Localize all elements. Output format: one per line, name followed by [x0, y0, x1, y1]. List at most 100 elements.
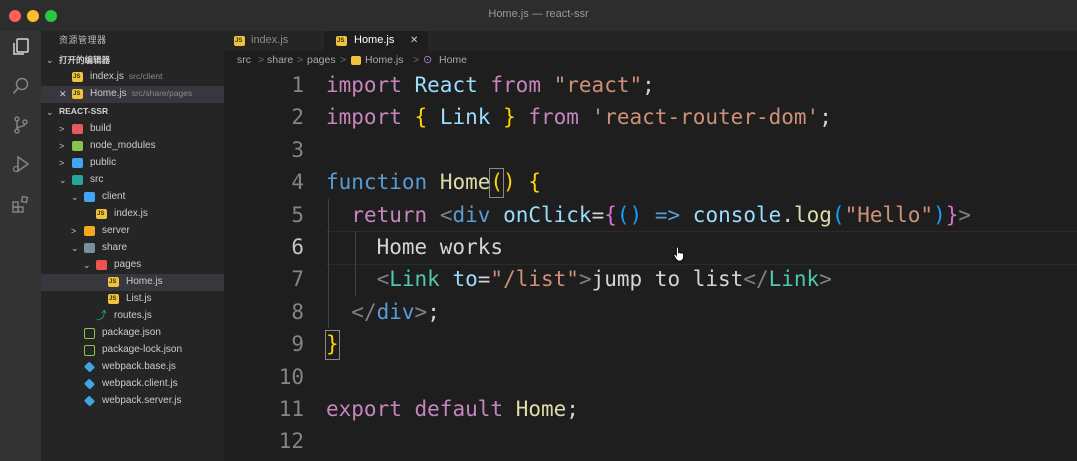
tab-label: Home.js [354, 34, 395, 46]
tab-home-js[interactable]: JS Home.js ✕ [324, 31, 428, 51]
code-token: </ [351, 299, 377, 324]
extensions-icon[interactable] [11, 194, 31, 214]
code-line[interactable]: export default Home; [326, 393, 579, 425]
search-icon[interactable] [11, 76, 31, 96]
line-number: 6 [291, 235, 304, 259]
chevron-down-icon: ⌄ [46, 55, 54, 65]
tab-index-js[interactable]: JS index.js [224, 31, 324, 51]
tree-item[interactable]: webpack.base.js [41, 359, 224, 376]
explorer-icon[interactable] [11, 37, 31, 57]
tree-item[interactable]: > node_modules [41, 138, 224, 155]
code-line[interactable]: import { Link } from 'react-router-dom'; [326, 101, 832, 133]
js-file-icon: JS [108, 294, 119, 304]
line-number: 8 [291, 299, 304, 324]
code-token: import [326, 73, 402, 97]
tree-item[interactable]: JS List.js [41, 291, 224, 308]
code-token: => [654, 202, 681, 227]
code-token: Link [439, 105, 491, 130]
tree-item[interactable]: ⌄ pages [41, 257, 224, 274]
line-number: 4 [291, 170, 304, 195]
project-section[interactable]: ⌄ REACT-SSR [41, 104, 224, 121]
tree-item[interactable]: webpack.client.js [41, 376, 224, 393]
js-file-icon: JS [96, 209, 107, 219]
folder-open-icon [96, 260, 107, 270]
tree-item[interactable]: > build [41, 121, 224, 138]
tree-item[interactable]: ⌄ share [41, 240, 224, 257]
line-number: 1 [291, 73, 304, 97]
line-number: 3 [291, 137, 304, 162]
tree-item-label: client [102, 191, 126, 202]
code-line[interactable]: import React from "react"; [326, 69, 655, 101]
run-debug-icon[interactable] [11, 154, 31, 174]
tree-item-label: share [102, 242, 128, 253]
tree-item-label: routes.js [114, 310, 152, 321]
tree-item[interactable]: > server [41, 223, 224, 240]
code-token: from [490, 73, 541, 97]
close-tab-icon[interactable]: ✕ [410, 35, 418, 46]
code-token: console [692, 202, 782, 227]
vscode-window: Home.js — react-ssr 资源管理器 ⌄ 打开的编辑器 JS in… [0, 0, 1077, 461]
code-token: "/list" [490, 267, 579, 292]
open-editor-item-active[interactable]: ✕ JS Home.js src/share/pages [41, 86, 224, 103]
tree-item[interactable]: package-lock.json [41, 342, 224, 359]
breadcrumb-item[interactable]: src [237, 54, 251, 66]
project-label: REACT-SSR [59, 106, 109, 116]
code-token: default [414, 397, 504, 421]
code-line[interactable]: Home works [326, 231, 503, 263]
source-control-icon[interactable] [11, 115, 31, 135]
code-token: . [781, 202, 794, 227]
code-line[interactable]: return <div onClick={() => console.log("… [326, 199, 971, 231]
close-icon[interactable]: ✕ [59, 88, 69, 100]
tree-item[interactable]: JS index.js [41, 206, 224, 223]
code-token: () [616, 202, 643, 227]
code-token: { [414, 105, 428, 130]
code-token: ; [642, 73, 655, 97]
code-token: onClick [503, 202, 592, 227]
code-token: Home [439, 170, 491, 195]
code-token: ; [566, 397, 579, 421]
tree-item[interactable]: package.json [41, 325, 224, 342]
tree-item[interactable]: ⌄ client [41, 189, 224, 206]
breadcrumb-item[interactable]: pages [307, 54, 336, 66]
breadcrumb-item[interactable]: share [267, 54, 293, 66]
open-editor-name: index.js [90, 71, 124, 82]
code-token: ) [933, 202, 946, 227]
tree-item[interactable]: ⤴ routes.js [41, 308, 224, 325]
tree-item[interactable]: ⌄ src [41, 172, 224, 189]
line-number: 2 [291, 105, 304, 130]
tree-item[interactable]: > public [41, 155, 224, 172]
tree-item-label: pages [114, 259, 142, 270]
breadcrumb-item[interactable]: Home.js [365, 54, 404, 66]
tree-item[interactable]: JS Home.js [41, 274, 224, 291]
code-line[interactable]: </div>; [326, 296, 440, 328]
breadcrumb-item[interactable]: Home [439, 54, 467, 66]
explorer-sidebar: 资源管理器 ⌄ 打开的编辑器 JS index.js src/client ✕ J… [41, 31, 224, 461]
open-editor-item[interactable]: JS index.js src/client [41, 69, 224, 86]
js-file-icon [351, 56, 361, 65]
code-line[interactable]: } [326, 328, 339, 360]
open-editors-section[interactable]: ⌄ 打开的编辑器 [41, 52, 224, 69]
line-number: 5 [291, 202, 304, 227]
line-number: 9 [291, 332, 304, 357]
activity-bar [0, 31, 41, 461]
code-line[interactable]: function Home() { [326, 166, 541, 198]
code-editor[interactable]: 1 import React from "react"; 2 import { Lin… [224, 69, 1077, 461]
tree-item-label: index.js [114, 208, 148, 219]
code-token: return [351, 202, 428, 227]
code-token: to [452, 267, 478, 292]
chevron-down-icon: ⌄ [59, 175, 67, 185]
tree-item[interactable]: webpack.server.js [41, 393, 224, 410]
chevron-down-icon: ⌄ [83, 260, 91, 270]
code-line[interactable]: <Link to="/list">jump to list</Link> [326, 263, 832, 295]
chevron-right-icon: > [59, 158, 65, 168]
